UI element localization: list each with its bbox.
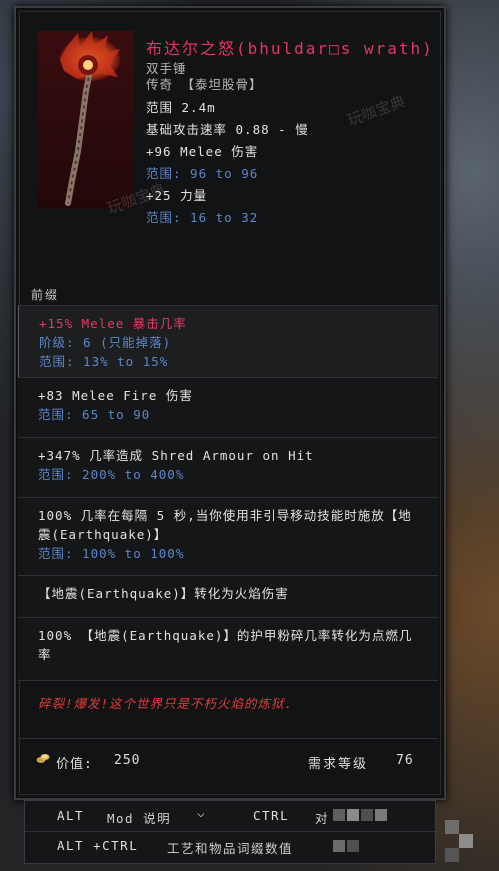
mosaic-block	[361, 809, 373, 821]
affix-stat: 100% 【地震(Earthquake)】的护甲粉碎几率转化为点燃几率	[38, 628, 413, 662]
mosaic-block	[347, 840, 359, 852]
ctrl-key-label: CTRL	[253, 808, 290, 823]
affix-item[interactable]: +15% Melee 暴击几率 阶级: 6 (只能掉落) 范围: 13% to …	[18, 305, 438, 377]
alt-ctrl-key-label: ALT +CTRL	[57, 838, 139, 853]
flavor-text: 碎裂!爆发!这个世界只是不朽火焰的炼狱.	[18, 680, 438, 726]
mod-info-hint[interactable]: Mod 说明	[107, 808, 171, 827]
affix-item[interactable]: +83 Melee Fire 伤害 范围: 65 to 90	[18, 377, 438, 437]
affix-list: +15% Melee 暴击几率 阶级: 6 (只能掉落) 范围: 13% to …	[18, 305, 438, 679]
key-hint-bar: ALT Mod 说明 ⌵ CTRL 对 ALT +CTRL 工艺和物品词缀数值	[24, 800, 436, 864]
affix-item[interactable]: 【地震(Earthquake)】转化为火焰伤害	[18, 575, 438, 617]
affix-item[interactable]: 100% 【地震(Earthquake)】的护甲粉碎几率转化为点燃几率	[18, 617, 438, 679]
mosaic-block	[445, 820, 459, 834]
hammer-icon	[60, 31, 120, 206]
affix-stat: +83 Melee Fire 伤害	[38, 388, 193, 403]
affix-range: 范围: 100% to 100%	[38, 546, 185, 561]
mosaic-block	[333, 840, 345, 852]
alt-key-label: ALT	[57, 808, 85, 823]
item-header: 布达尔之怒(bhuldar□s wrath) 双手锤 传奇 【泰坦股骨】 范围 …	[146, 38, 441, 229]
affix-stat: +347% 几率造成 Shred Armour on Hit	[38, 448, 314, 463]
implicit-range-1: 范围: 96 to 96	[146, 166, 259, 181]
affix-range: 范围: 13% to 15%	[39, 354, 169, 369]
prefix-label: 前缀	[31, 288, 60, 302]
item-type: 双手锤	[146, 61, 187, 76]
implicit-stat-2: +25 力量	[146, 188, 208, 203]
compare-hint[interactable]: 对	[315, 808, 329, 827]
item-image-hammer	[38, 31, 134, 209]
mosaic-block	[445, 848, 459, 862]
required-level-value: 76	[396, 753, 414, 768]
coin-icon	[36, 754, 50, 763]
crafting-hint[interactable]: 工艺和物品词缀数值	[167, 838, 293, 857]
affix-stat: 【地震(Earthquake)】转化为火焰伤害	[38, 586, 289, 601]
affix-stat: 100% 几率在每隔 5 秒,当你使用非引导移动技能时施放【地震(Earthqu…	[38, 508, 412, 542]
mosaic-block	[375, 809, 387, 821]
affix-tier: 阶级: 6 (只能掉落)	[39, 335, 172, 350]
affix-item[interactable]: 100% 几率在每隔 5 秒,当你使用非引导移动技能时施放【地震(Earthqu…	[18, 497, 438, 575]
required-level-label: 需求等级	[308, 757, 369, 772]
affix-range: 范围: 200% to 400%	[38, 467, 185, 482]
item-name: 布达尔之怒(bhuldar□s wrath)	[146, 39, 434, 58]
mosaic-block	[459, 834, 473, 848]
affix-stat: +15% Melee 暴击几率	[39, 316, 187, 331]
mosaic-block	[333, 809, 345, 821]
value-label: 价值:	[56, 757, 93, 772]
chevron-down-icon[interactable]: ⌵	[197, 806, 206, 821]
implicit-range-2: 范围: 16 to 32	[146, 210, 259, 225]
mosaic-block	[347, 809, 359, 821]
affix-item[interactable]: +347% 几率造成 Shred Armour on Hit 范围: 200% …	[18, 437, 438, 497]
implicit-stat-1: +96 Melee 伤害	[146, 144, 259, 159]
affix-range: 范围: 65 to 90	[38, 407, 151, 422]
value-amount: 250	[114, 753, 141, 768]
item-footer: 价值: 250 需求等级 76	[18, 738, 438, 785]
item-attack-speed: 基础攻击速率 0.88 - 慢	[146, 122, 309, 137]
